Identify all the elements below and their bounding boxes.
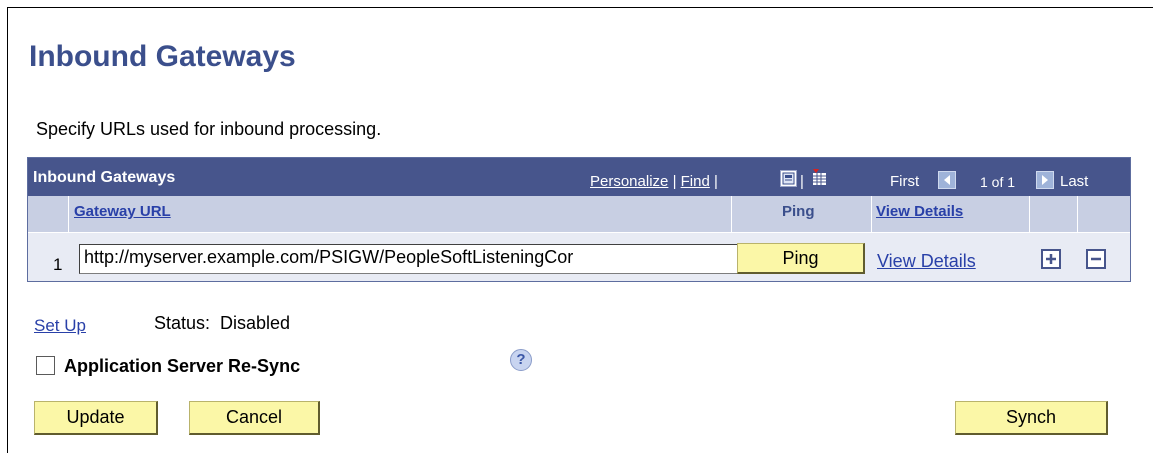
resync-label: Application Server Re-Sync <box>64 356 301 376</box>
last-label: Last <box>1060 173 1089 190</box>
separator: | <box>714 173 718 190</box>
status-value: Disabled <box>220 313 291 333</box>
resync-checkbox[interactable] <box>36 356 55 375</box>
page-title: Inbound Gateways <box>29 40 296 73</box>
grid-nav-tools: Personalize | Find | <box>590 173 718 190</box>
download-grid-icon[interactable] <box>810 168 830 193</box>
gateway-url-field[interactable]: http://myserver.example.com/PSIGW/People… <box>79 244 747 274</box>
gateways-grid: Inbound Gateways Personalize | Find | | … <box>27 157 1131 282</box>
set-up-link[interactable]: Set Up <box>34 316 86 336</box>
page-description: Specify URLs used for inbound processing… <box>36 119 382 139</box>
grid-header: Inbound Gateways Personalize | Find | | … <box>28 158 1130 196</box>
column-view-details[interactable]: View Details <box>876 203 963 220</box>
row-number: 1 <box>53 255 63 274</box>
last-arrow-icon[interactable] <box>1036 171 1054 189</box>
status-label: Status: <box>154 313 211 333</box>
separator: | <box>800 173 804 190</box>
page-range: 1 of 1 <box>980 174 1016 190</box>
cancel-button[interactable]: Cancel <box>189 401 320 435</box>
synch-button[interactable]: Synch <box>955 401 1108 435</box>
grid-title: Inbound Gateways <box>33 169 176 186</box>
help-icon[interactable]: ? <box>510 349 532 371</box>
delete-row-icon[interactable] <box>1086 249 1106 269</box>
view-all-icon[interactable] <box>780 170 797 187</box>
first-arrow-icon[interactable] <box>938 171 956 189</box>
column-header-row <box>28 196 1130 232</box>
first-label: First <box>890 173 920 190</box>
update-button[interactable]: Update <box>34 401 158 435</box>
column-ping: Ping <box>782 203 815 220</box>
view-details-link[interactable]: View Details <box>877 251 976 272</box>
ping-button[interactable]: Ping <box>737 243 865 274</box>
add-row-icon[interactable] <box>1041 249 1061 269</box>
find-link[interactable]: Find <box>681 173 710 190</box>
personalize-link[interactable]: Personalize <box>590 173 668 190</box>
separator: | <box>672 173 677 190</box>
column-gateway-url[interactable]: Gateway URL <box>74 203 171 220</box>
